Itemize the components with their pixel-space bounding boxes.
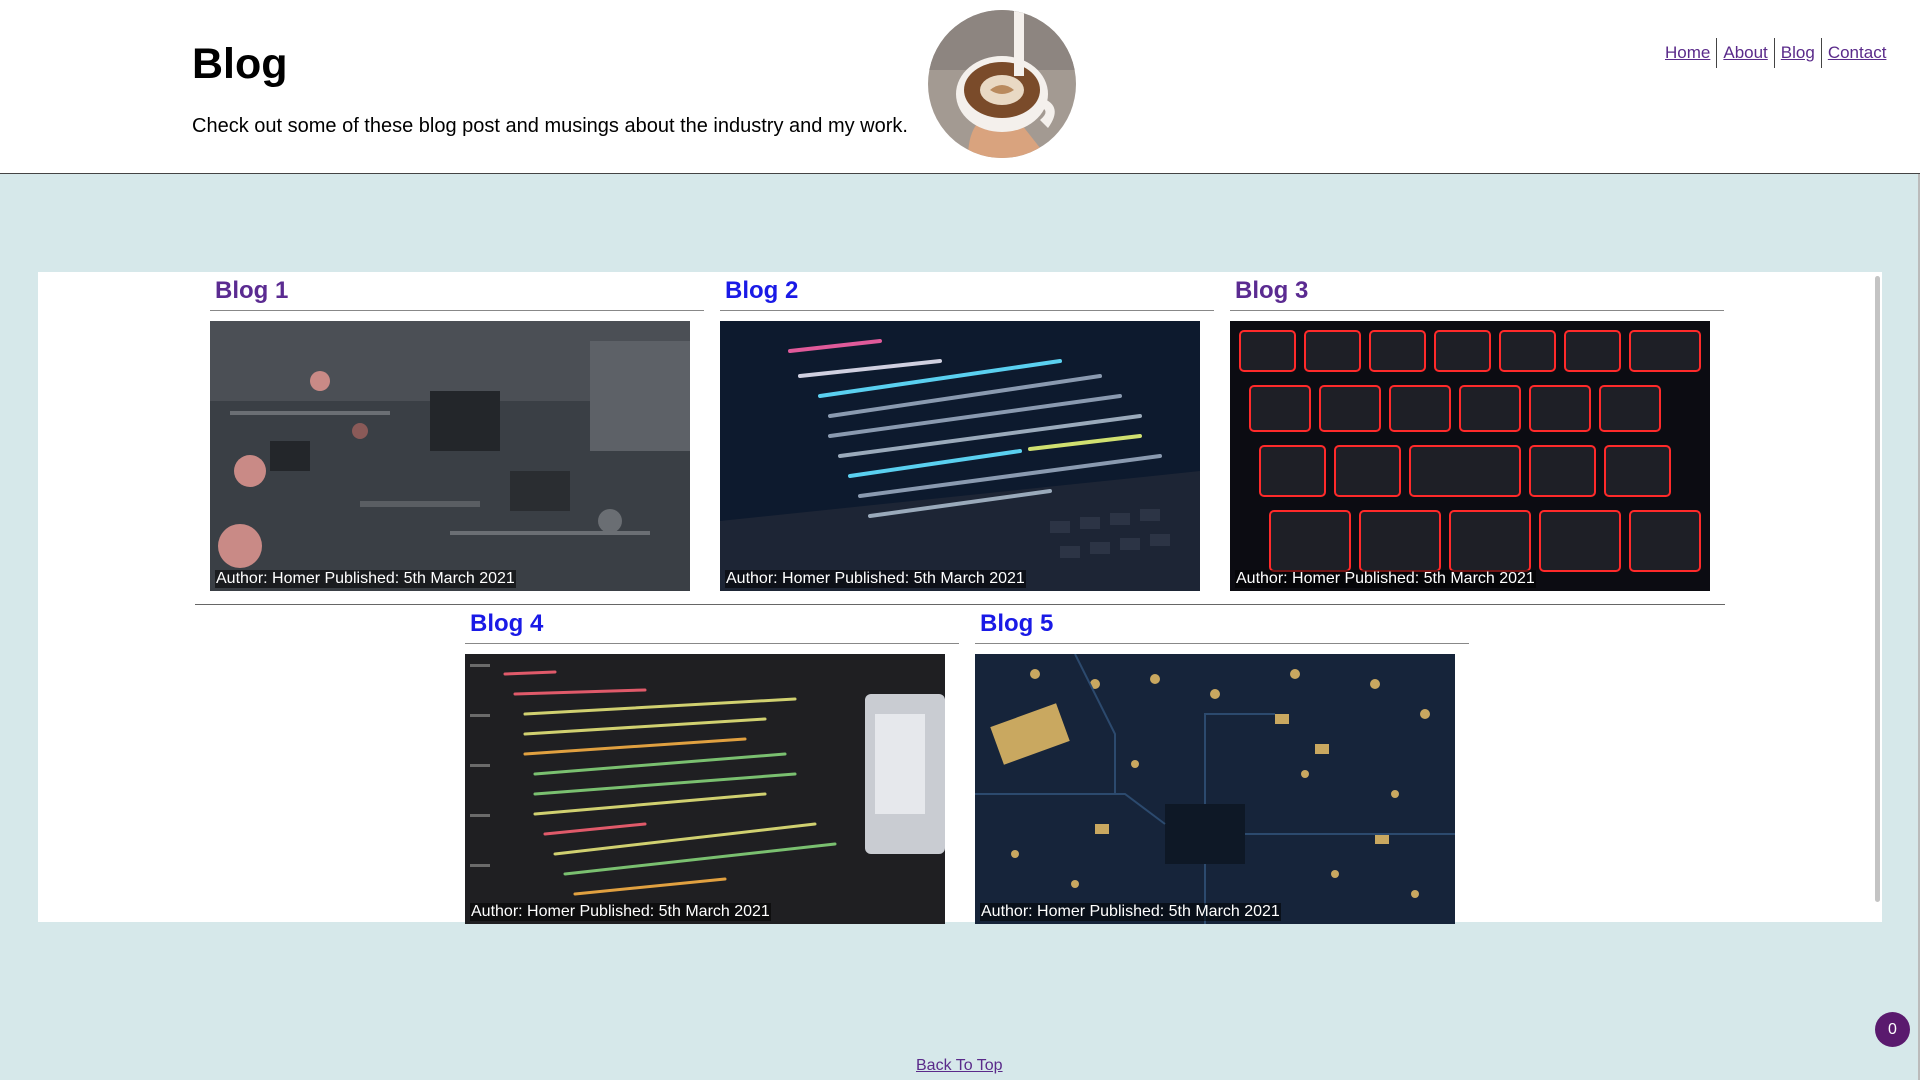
blog-image[interactable]: Author: Homer Published: 5th March 2021 <box>720 321 1200 591</box>
circuit-board-photo <box>210 321 690 591</box>
main-nav: Home About Blog Contact <box>1659 38 1892 68</box>
blog-meta: Author: Homer Published: 5th March 2021 <box>215 570 516 588</box>
blog-card: Blog 1 Author: Homer Published: 5th Marc… <box>210 272 704 591</box>
laptop-code-photo <box>720 321 1200 591</box>
blog-meta: Author: Homer Published: 5th March 2021 <box>1235 570 1536 588</box>
html-code-photo <box>465 654 945 924</box>
blog-title-link[interactable]: Blog 5 <box>975 605 1469 644</box>
blog-meta: Author: Homer Published: 5th March 2021 <box>725 570 1026 588</box>
nav-home-link[interactable]: Home <box>1659 38 1716 68</box>
blog-meta: Author: Homer Published: 5th March 2021 <box>980 903 1281 921</box>
blog-card: Blog 3 Author: Homer Published: 5th Marc… <box>1230 272 1724 591</box>
row-divider <box>195 604 1725 605</box>
blog-title-link[interactable]: Blog 3 <box>1230 272 1724 311</box>
blog-card: Blog 2 Author: Homer Published: 5th Marc… <box>720 272 1214 591</box>
blog-title-link[interactable]: Blog 4 <box>465 605 959 644</box>
blog-title-link[interactable]: Blog 2 <box>720 272 1214 311</box>
blue-pcb-photo <box>975 654 1455 924</box>
site-header: Blog Check out some of these blog post a… <box>0 0 1920 174</box>
nav-about-link[interactable]: About <box>1717 38 1773 68</box>
coffee-latte-icon <box>928 10 1076 158</box>
avatar <box>928 10 1076 158</box>
blog-image[interactable]: Author: Homer Published: 5th March 2021 <box>210 321 690 591</box>
nav-contact-link[interactable]: Contact <box>1822 38 1893 68</box>
blog-meta: Author: Homer Published: 5th March 2021 <box>470 903 771 921</box>
notification-badge[interactable]: 0 <box>1875 1012 1910 1047</box>
nav-blog-link[interactable]: Blog <box>1775 38 1821 68</box>
blog-image[interactable]: Author: Homer Published: 5th March 2021 <box>465 654 945 924</box>
blog-card: Blog 5 Author: Homer Published: 5th Marc… <box>975 605 1469 924</box>
blog-image[interactable]: Author: Homer Published: 5th March 2021 <box>975 654 1455 924</box>
panel-scrollbar[interactable] <box>1875 276 1880 902</box>
blog-card: Blog 4 Author: Homer Published: 5th Marc… <box>465 605 959 924</box>
page-intro: Check out some of these blog post and mu… <box>192 115 908 137</box>
blog-image[interactable]: Author: Homer Published: 5th March 2021 <box>1230 321 1710 591</box>
page-title: Blog <box>192 40 288 88</box>
red-keyboard-photo <box>1230 321 1710 591</box>
back-to-top-link[interactable]: Back To Top <box>916 1057 1003 1075</box>
blog-title-link[interactable]: Blog 1 <box>210 272 704 311</box>
